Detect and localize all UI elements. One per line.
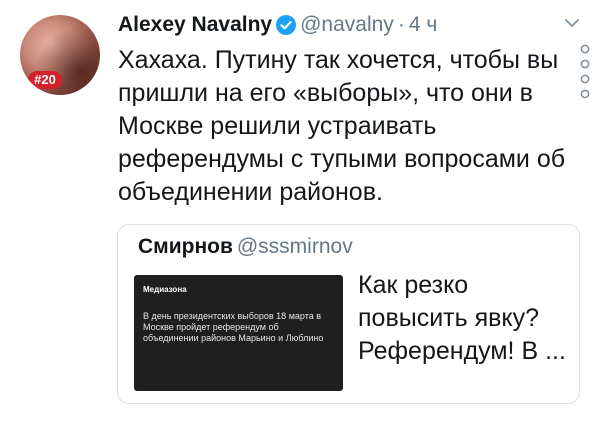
tweet-header: Alexey Navalny @navalny · 4 ч [118,13,437,39]
author-avatar[interactable]: #20 [20,15,100,95]
verified-badge-icon [276,15,297,35]
quoted-author-handle: @sssmirnov [236,235,353,258]
tweet-timestamp[interactable]: 4 ч [409,13,437,36]
author-handle[interactable]: @navalny [300,13,394,36]
media-brand-label: Медиазона [143,285,187,294]
vertical-dots-icon[interactable] [580,44,590,99]
avatar-badge: #20 [28,71,62,89]
quoted-tweet-card[interactable]: Смирнов @sssmirnov Медиазона В день прези… [117,224,580,404]
chevron-down-icon[interactable] [563,14,581,32]
quoted-tweet-header: Смирнов @sssmirnov [138,235,353,259]
quoted-tweet-text: Как резко повысить явку? Референдум! В .… [358,271,566,365]
media-caption: В день президентских выборов 18 марта в … [143,311,324,343]
author-name[interactable]: Alexey Navalny [118,13,272,36]
quoted-media-image[interactable]: Медиазона В день президентских выборов 1… [134,275,343,391]
tweet-text: Хахаха. Путину так хочется, чтобы вы при… [118,46,566,206]
quoted-author-name: Смирнов [138,235,233,258]
header-separator: · [397,13,405,36]
